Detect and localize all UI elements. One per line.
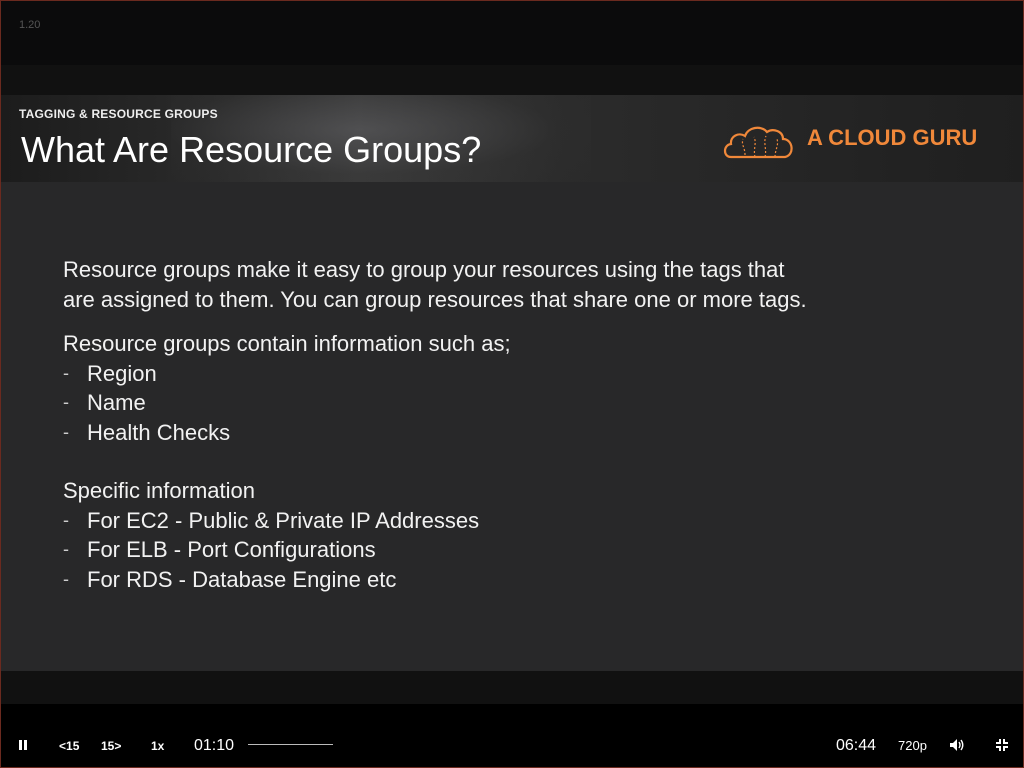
intro-line-2: are assigned to them. You can group reso… (63, 286, 807, 312)
brand-name: A CLOUD GURU (807, 125, 978, 150)
cloud-logo-icon (723, 126, 793, 159)
current-time: 01:10 (194, 737, 235, 754)
intro-line-1: Resource groups make it easy to group yo… (63, 257, 785, 282)
section-label: TAGGING & RESOURCE GROUPS (19, 107, 218, 121)
list-item: - For RDS - Database Engine etc (63, 566, 397, 592)
slide-content: Resource groups make it easy to group yo… (63, 255, 983, 594)
slide-title: What Are Resource Groups? (21, 129, 482, 170)
slide-header: TAGGING & RESOURCE GROUPS What Are Resou… (1, 95, 1023, 182)
pause-icon[interactable] (16, 738, 30, 752)
player-controls: <15 15> 1x 01:10 06:44 720p (1, 704, 1023, 767)
total-time: 06:44 (836, 737, 877, 754)
letterbox-top (1, 65, 1023, 95)
chevron-right-icon: > (114, 739, 122, 753)
skip-back-button[interactable]: <15 (59, 739, 79, 753)
list-item: - Health Checks (63, 419, 231, 445)
list-item: - Name (63, 390, 146, 415)
contain-heading: Resource groups contain information such… (63, 331, 511, 356)
exit-fullscreen-icon[interactable] (995, 738, 1009, 752)
speed-button[interactable]: 1x (151, 739, 164, 753)
letterbox-bottom (1, 671, 1023, 704)
brand: A CLOUD GURU (721, 117, 1001, 163)
list-item: - Region (63, 360, 157, 386)
progress-bar[interactable] (248, 744, 333, 745)
lesson-number: 1.20 (19, 19, 41, 31)
specific-heading: Specific information (63, 478, 255, 503)
chevron-left-icon: < (59, 739, 67, 753)
skip-forward-button[interactable]: 15> (101, 739, 121, 753)
list-item: - For ELB - Port Configurations (63, 537, 376, 562)
list-item: - For EC2 - Public & Private IP Addresses (63, 507, 480, 533)
video-slide[interactable]: TAGGING & RESOURCE GROUPS What Are Resou… (1, 95, 1023, 671)
top-bar: 1.20 (1, 1, 1023, 65)
quality-button[interactable]: 720p (898, 738, 927, 753)
volume-icon[interactable] (949, 738, 965, 752)
